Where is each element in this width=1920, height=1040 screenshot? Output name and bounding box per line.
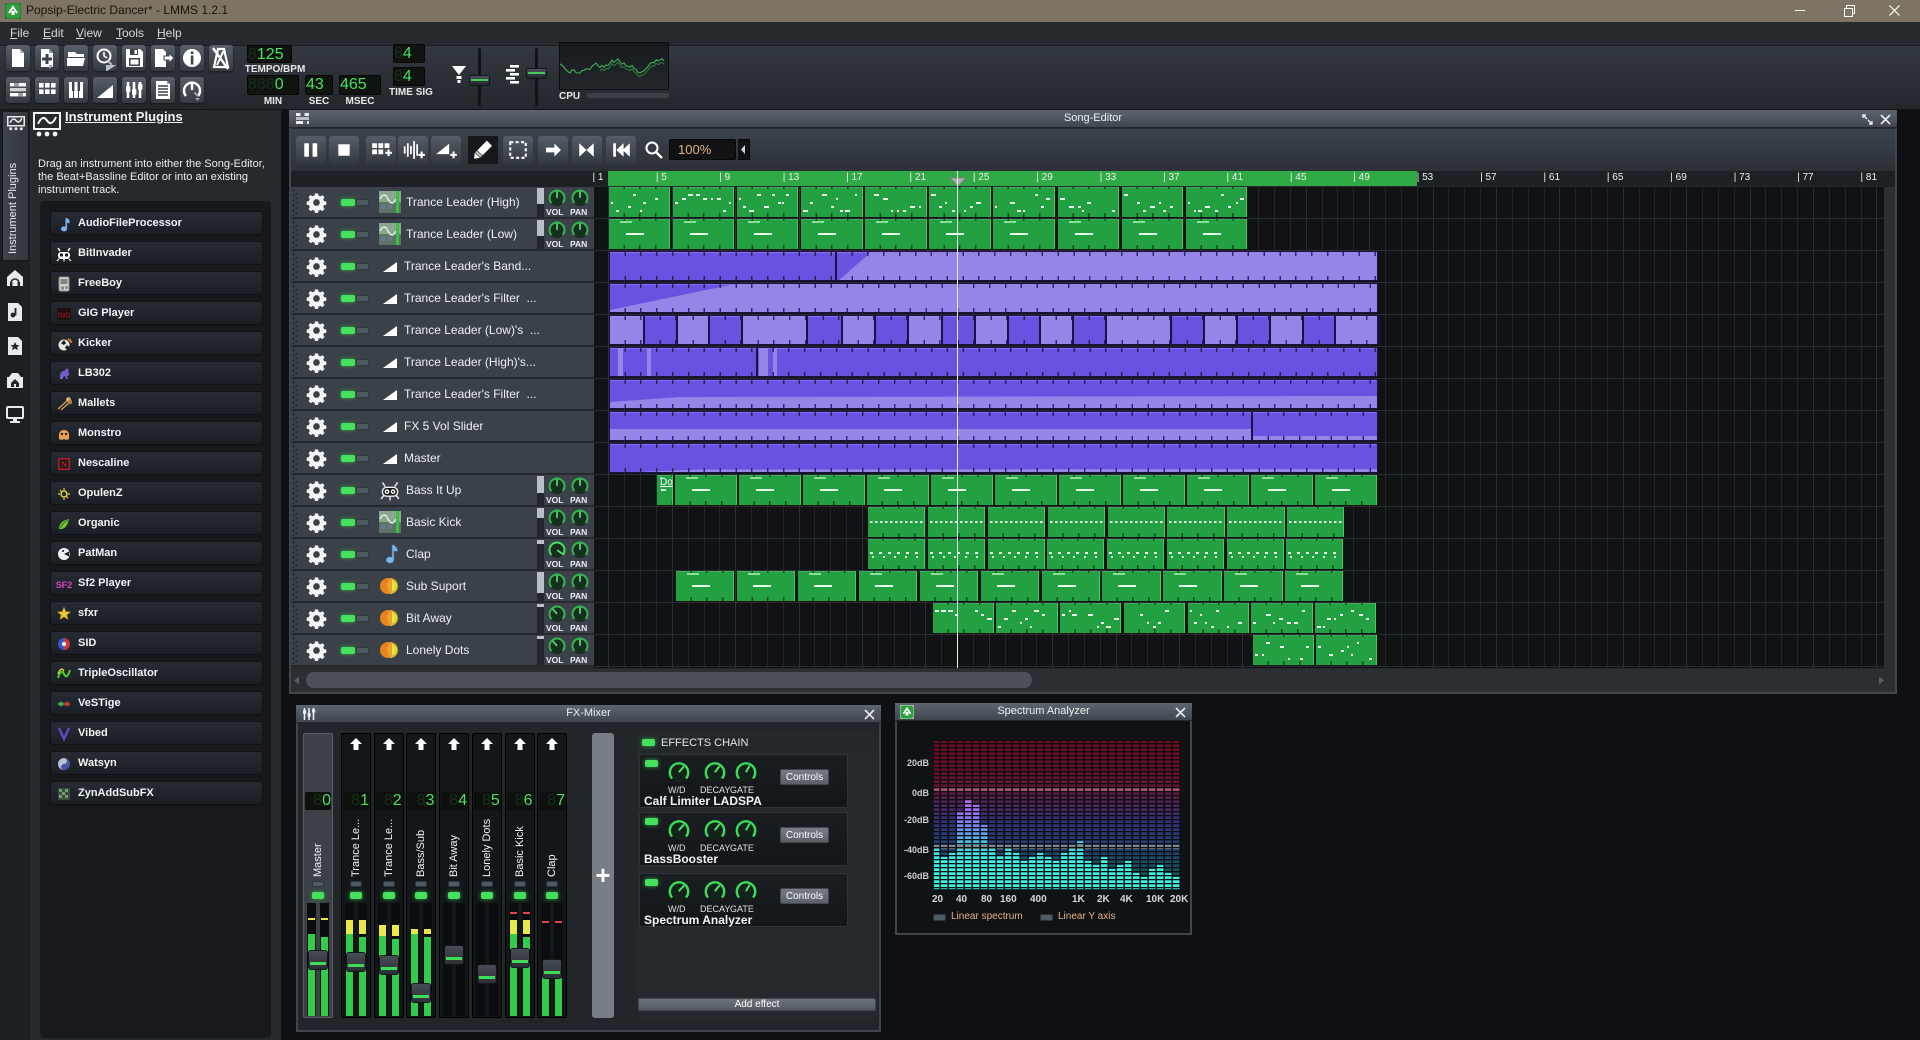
svg-text:N: N <box>61 460 67 469</box>
svg-text:SF2: SF2 <box>56 580 72 590</box>
svg-text:GIG: GIG <box>58 313 71 320</box>
